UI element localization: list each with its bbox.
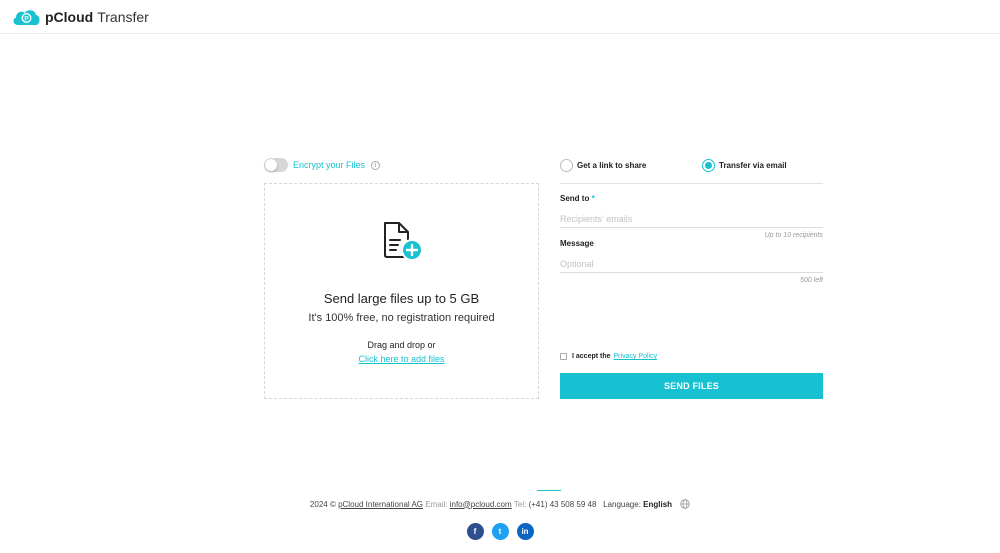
- brand-bold-text: pCloud: [45, 8, 94, 25]
- send-to-label-text: Send to: [560, 194, 590, 203]
- facebook-icon[interactable]: f: [466, 523, 484, 540]
- toggle-knob: [265, 159, 277, 171]
- file-drop-zone[interactable]: Send large files up to 5 GB It's 100% fr…: [264, 183, 539, 399]
- tab-transfer-email[interactable]: Transfer via email: [702, 158, 787, 172]
- encrypt-row: Encrypt your Files i: [264, 158, 381, 172]
- pcloud-logo-icon[interactable]: P: [11, 7, 41, 27]
- twitter-icon[interactable]: t: [491, 523, 509, 540]
- add-files-link[interactable]: Click here to add files: [358, 354, 444, 364]
- message-input[interactable]: [560, 255, 823, 273]
- message-label: Message: [560, 239, 594, 248]
- company-link[interactable]: pCloud International AG: [338, 500, 423, 509]
- required-marker: *: [591, 194, 595, 203]
- accept-policy-row: I accept the Privacy Policy: [560, 353, 657, 360]
- drag-drop-text: Drag and drop or: [367, 340, 436, 350]
- privacy-policy-link[interactable]: Privacy Policy: [614, 353, 658, 360]
- recipients-input[interactable]: [560, 210, 823, 228]
- send-to-label: Send to *: [560, 194, 595, 203]
- social-links: f t in: [0, 523, 1000, 540]
- email-link[interactable]: info@pcloud.com: [450, 500, 512, 509]
- radio-get-link[interactable]: [560, 158, 573, 172]
- encrypt-label[interactable]: Encrypt your Files: [293, 160, 365, 170]
- dropzone-subtitle: It's 100% free, no registration required: [308, 312, 495, 324]
- encrypt-toggle[interactable]: [264, 158, 288, 172]
- svg-text:P: P: [24, 15, 29, 22]
- info-icon[interactable]: i: [371, 160, 381, 170]
- accept-policy-checkbox[interactable]: [560, 353, 567, 360]
- radio-transfer-email[interactable]: [702, 158, 715, 172]
- top-bar: P pCloud Transfer: [0, 0, 1000, 34]
- tel-value: (+41) 43 508 59 48: [528, 499, 597, 509]
- dropzone-title: Send large files up to 5 GB: [323, 291, 480, 306]
- footer-info: 2024 © pCloud International AG Email: in…: [0, 499, 1000, 509]
- copyright-text: 2024 ©: [309, 499, 336, 509]
- tel-label: Tel:: [513, 499, 527, 509]
- accept-policy-text: I accept the: [572, 353, 611, 360]
- file-add-icon: [383, 222, 423, 261]
- brand-light-text: Transfer: [97, 8, 149, 25]
- message-char-count: 500 left: [800, 277, 823, 284]
- footer-divider: [537, 490, 561, 491]
- tab-get-link-label: Get a link to share: [577, 160, 647, 170]
- transfer-mode-tabs: Get a link to share Transfer via email: [560, 158, 823, 184]
- tab-get-link[interactable]: Get a link to share: [560, 158, 646, 172]
- globe-icon[interactable]: [680, 499, 690, 509]
- send-files-button[interactable]: SEND FILES: [560, 373, 823, 399]
- language-selector[interactable]: English: [643, 500, 672, 509]
- recipients-hint: Up to 10 recipients: [764, 232, 823, 239]
- language-label: Language:: [603, 499, 641, 509]
- tab-transfer-email-label: Transfer via email: [719, 160, 787, 170]
- email-label: Email:: [425, 499, 448, 509]
- linkedin-icon[interactable]: in: [516, 523, 534, 540]
- brand-name[interactable]: pCloud Transfer: [45, 9, 149, 25]
